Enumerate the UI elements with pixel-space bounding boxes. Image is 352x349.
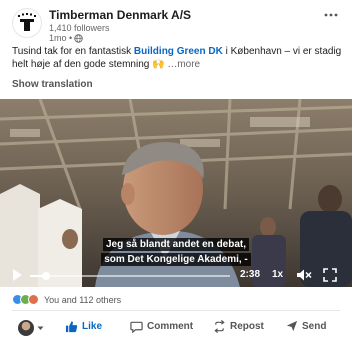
comment-icon	[130, 321, 143, 333]
chevron-down-icon	[37, 326, 44, 330]
repost-button[interactable]: Repost	[213, 320, 264, 333]
subtitle-line-1: Jeg så blandt andet en debat,	[0, 238, 352, 251]
comment-button[interactable]: Comment	[130, 320, 193, 333]
follower-count: 1,410 followers	[49, 23, 110, 33]
reaction-icons	[12, 294, 39, 305]
reaction-count[interactable]: You and 112 others	[44, 295, 121, 305]
repost-icon	[214, 320, 225, 333]
progress-handle[interactable]	[42, 272, 50, 280]
more-options-button[interactable]	[324, 6, 338, 18]
repost-label: Repost	[230, 321, 264, 332]
company-logo[interactable]	[12, 8, 42, 38]
like-button[interactable]: Like	[65, 320, 102, 333]
mute-icon[interactable]	[296, 268, 312, 282]
post-header: Timberman Denmark A/S 1,410 followers 1m…	[0, 0, 352, 44]
send-icon	[286, 320, 298, 332]
play-icon[interactable]	[11, 268, 23, 282]
subtitle-line-2: som Det Kongelige Akademi, -	[0, 253, 352, 266]
avatar	[18, 320, 34, 336]
show-translation-button[interactable]: Show translation	[12, 79, 93, 90]
reaction-identity-button[interactable]	[18, 320, 44, 336]
video-player[interactable]: Jeg så blandt andet en debat, som Det Ko…	[0, 99, 352, 287]
divider	[12, 310, 340, 311]
mention-link[interactable]: Building Green DK	[134, 46, 223, 57]
post-text-start: Tusind tak for en fantastisk	[12, 46, 134, 57]
support-reaction-icon	[28, 294, 39, 305]
reactions-summary[interactable]: You and 112 others	[12, 294, 121, 305]
post-card: Timberman Denmark A/S 1,410 followers 1m…	[0, 0, 352, 349]
send-button[interactable]: Send	[286, 320, 326, 332]
action-bar: Like Comment Repost Send	[0, 314, 352, 344]
remaining-time: 2:38	[240, 269, 261, 280]
company-name[interactable]: Timberman Denmark A/S	[49, 8, 191, 22]
time-ago: 1mo •	[49, 33, 73, 43]
comment-label: Comment	[147, 321, 194, 332]
post-time: 1mo •	[49, 33, 83, 43]
like-label: Like	[82, 321, 103, 332]
globe-icon	[74, 33, 83, 43]
fullscreen-icon[interactable]	[323, 268, 337, 282]
see-more-link[interactable]: …more	[165, 59, 200, 70]
more-horizontal-icon	[324, 13, 338, 17]
progress-bar[interactable]	[30, 272, 230, 280]
video-controls: 2:38 1x	[0, 265, 352, 287]
post-text: Tusind tak for en fantastisk Building Gr…	[12, 45, 342, 71]
thumbs-up-icon	[65, 321, 78, 333]
playback-speed-button[interactable]: 1x	[272, 269, 283, 280]
send-label: Send	[302, 320, 327, 332]
